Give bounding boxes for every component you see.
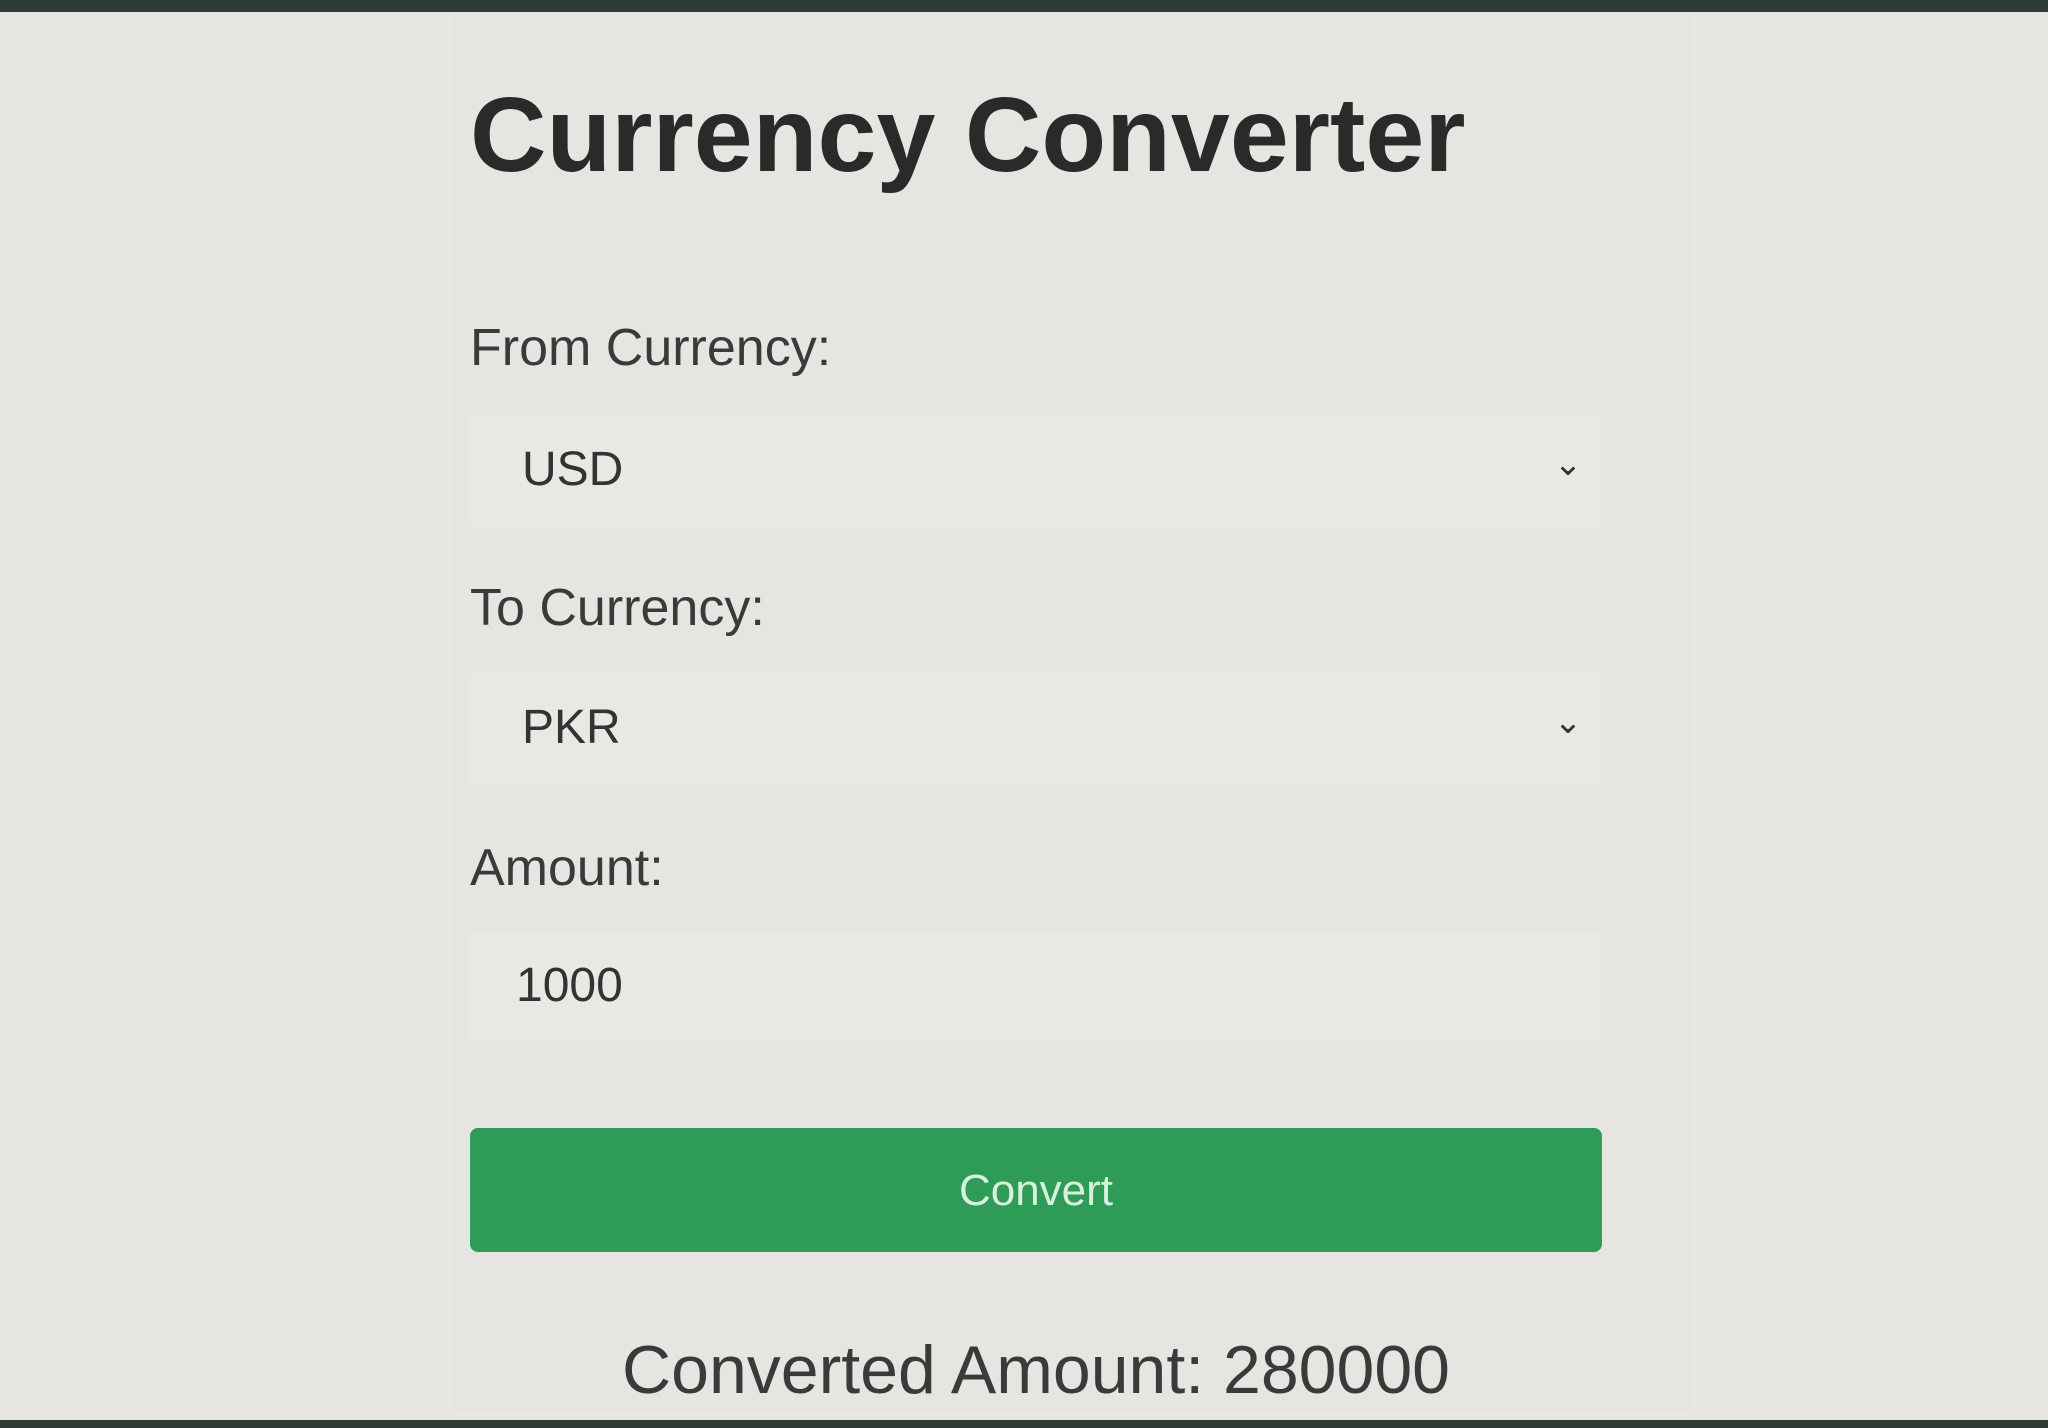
- amount-value: 1000: [516, 959, 623, 1012]
- amount-label: Amount:: [470, 839, 664, 897]
- from-currency-value: USD: [522, 443, 624, 496]
- to-currency-value: PKR: [522, 701, 621, 754]
- chevron-down-icon: ⌄: [1553, 445, 1583, 483]
- chevron-down-icon: ⌄: [1553, 703, 1583, 741]
- to-currency-label: To Currency:: [470, 579, 765, 637]
- from-currency-select[interactable]: USD ⌄: [470, 416, 1600, 526]
- to-currency-select[interactable]: PKR ⌄: [470, 674, 1600, 784]
- amount-input[interactable]: 1000: [470, 932, 1600, 1042]
- convert-button[interactable]: Convert: [470, 1128, 1602, 1252]
- window-bottom-border: [0, 1420, 2048, 1428]
- converted-amount-result: Converted Amount: 280000: [622, 1332, 1450, 1408]
- window-top-border: [0, 0, 2048, 12]
- from-currency-label: From Currency:: [470, 319, 832, 377]
- page-title: Currency Converter: [470, 76, 1466, 194]
